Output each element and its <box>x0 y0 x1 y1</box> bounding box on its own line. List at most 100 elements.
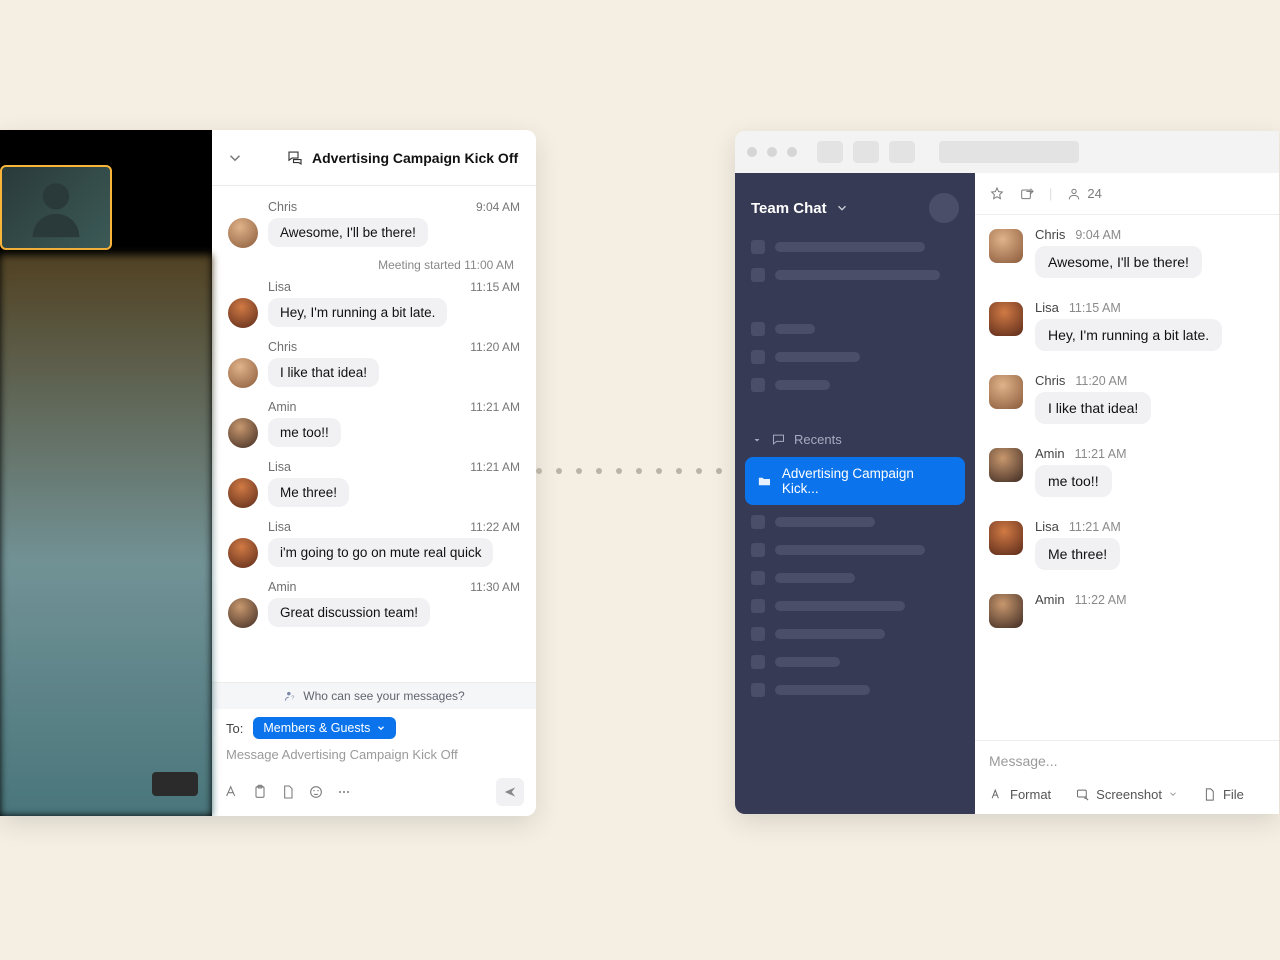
traffic-light[interactable] <box>767 147 777 157</box>
sidebar-item[interactable] <box>735 620 975 648</box>
person-icon <box>1066 186 1082 202</box>
avatar[interactable] <box>228 298 258 328</box>
message-time: 9:04 AM <box>1075 228 1121 242</box>
person-question-icon: ? <box>283 689 297 703</box>
video-thumbnail[interactable] <box>0 165 112 250</box>
message-author: Lisa <box>1035 300 1059 315</box>
compose-toolbar: Format Screenshot File <box>989 787 1265 814</box>
chat-title: Advertising Campaign Kick Off <box>312 150 518 166</box>
avatar[interactable] <box>989 594 1023 628</box>
video-main <box>0 255 212 816</box>
clipboard-icon[interactable] <box>252 784 268 800</box>
avatar[interactable] <box>989 229 1023 263</box>
sidebar-header[interactable]: Team Chat <box>735 183 975 233</box>
avatar[interactable] <box>228 598 258 628</box>
message-bubble: Awesome, I'll be there! <box>268 218 428 247</box>
message-bubble: Me three! <box>1035 538 1120 570</box>
sidebar-item[interactable] <box>735 676 975 704</box>
tool-screenshot[interactable]: Screenshot <box>1075 787 1178 802</box>
user-avatar[interactable] <box>929 193 959 223</box>
star-icon[interactable] <box>989 186 1005 202</box>
traffic-light[interactable] <box>787 147 797 157</box>
meeting-chat-window: Advertising Campaign Kick Off Chris9:04 … <box>0 130 536 816</box>
compose-input[interactable]: Message... <box>989 753 1265 787</box>
recents-label: Recents <box>794 432 842 447</box>
avatar[interactable] <box>228 478 258 508</box>
sidebar-item[interactable] <box>735 233 975 261</box>
privacy-bar[interactable]: ? Who can see your messages? <box>212 682 536 709</box>
emoji-icon[interactable] <box>308 784 324 800</box>
file-icon[interactable] <box>280 784 296 800</box>
system-message: Meeting started 11:00 AM <box>212 254 536 274</box>
message-time: 11:20 AM <box>470 340 520 354</box>
sidebar-item-active[interactable]: Advertising Campaign Kick... <box>745 457 965 505</box>
message: Lisa11:15 AMHey, I'm running a bit late. <box>989 300 1265 351</box>
message-time: 11:21 AM <box>470 400 520 414</box>
recipient-pill-label: Members & Guests <box>263 721 370 735</box>
send-button[interactable] <box>496 778 524 806</box>
sidebar-item[interactable] <box>735 592 975 620</box>
avatar[interactable] <box>228 418 258 448</box>
message: Lisa11:21 AMMe three! <box>212 454 536 514</box>
svg-text:?: ? <box>291 696 295 702</box>
chevron-down-icon <box>376 723 386 733</box>
sidebar-item[interactable] <box>735 508 975 536</box>
message-time: 11:15 AM <box>470 280 520 294</box>
avatar[interactable] <box>228 538 258 568</box>
traffic-light[interactable] <box>747 147 757 157</box>
sidebar-item[interactable] <box>735 536 975 564</box>
message: Amin 11:21 AM me too!! <box>212 394 536 454</box>
sidebar-item[interactable] <box>735 648 975 676</box>
format-icon[interactable] <box>224 784 240 800</box>
message: Lisa11:21 AMMe three! <box>989 519 1265 570</box>
avatar[interactable] <box>989 302 1023 336</box>
avatar[interactable] <box>228 218 258 248</box>
sidebar: Team Chat Recents Advertis <box>735 173 975 814</box>
chevron-down-icon <box>835 201 849 215</box>
tool-file[interactable]: File <box>1202 787 1244 802</box>
message-bubble: me too!! <box>268 418 341 447</box>
share-icon[interactable] <box>1019 186 1035 202</box>
sidebar-section-recents[interactable]: Recents <box>735 425 975 454</box>
message-time: 11:15 AM <box>1069 301 1121 315</box>
message-author: Amin <box>1035 446 1065 461</box>
avatar[interactable] <box>989 448 1023 482</box>
sidebar-item[interactable] <box>735 371 975 399</box>
message-author: Lisa <box>268 280 291 294</box>
video-control-placeholder[interactable] <box>152 772 198 796</box>
message-bubble: Hey, I'm running a bit late. <box>268 298 447 327</box>
message-bubble: Great discussion team! <box>268 598 430 627</box>
message-author: Chris <box>1035 227 1065 242</box>
compose-area: Message... Format Screenshot <box>975 740 1279 814</box>
message-bubble: I like that idea! <box>268 358 379 387</box>
tool-format-label: Format <box>1010 787 1051 802</box>
sidebar-item[interactable] <box>735 315 975 343</box>
more-icon[interactable] <box>336 784 352 800</box>
message: Amin11:30 AMGreat discussion team! <box>212 574 536 634</box>
recipient-pill[interactable]: Members & Guests <box>253 717 396 739</box>
main-pane: | 24 Chris9:04 AMAwesome, I'll be there!… <box>975 173 1279 814</box>
privacy-text: Who can see your messages? <box>303 689 464 703</box>
tool-format[interactable]: Format <box>989 787 1051 802</box>
avatar[interactable] <box>228 358 258 388</box>
tool-file-label: File <box>1223 787 1244 802</box>
message-bubble: i'm going to go on mute real quick <box>268 538 493 567</box>
message: Chris9:04 AMAwesome, I'll be there! <box>212 194 536 254</box>
message-bubble: Awesome, I'll be there! <box>1035 246 1202 278</box>
chevron-down-icon[interactable] <box>226 149 244 167</box>
team-chat-window: Team Chat Recents Advertis <box>735 131 1279 814</box>
sidebar-item[interactable] <box>735 343 975 371</box>
compose-toolbar <box>212 772 536 816</box>
toolbar-placeholder <box>853 141 879 163</box>
message-author: Chris <box>268 200 297 214</box>
sidebar-item[interactable] <box>735 261 975 289</box>
sidebar-item[interactable] <box>735 564 975 592</box>
file-icon <box>1202 787 1217 802</box>
member-count[interactable]: 24 <box>1066 186 1101 202</box>
compose-placeholder[interactable]: Message Advertising Campaign Kick Off <box>212 743 536 772</box>
avatar[interactable] <box>989 375 1023 409</box>
avatar[interactable] <box>989 521 1023 555</box>
message: Chris 9:04 AM Awesome, I'll be there! <box>989 227 1265 278</box>
canvas: Advertising Campaign Kick Off Chris 9:04 … <box>0 0 1280 960</box>
message-author: Amin <box>268 400 296 414</box>
